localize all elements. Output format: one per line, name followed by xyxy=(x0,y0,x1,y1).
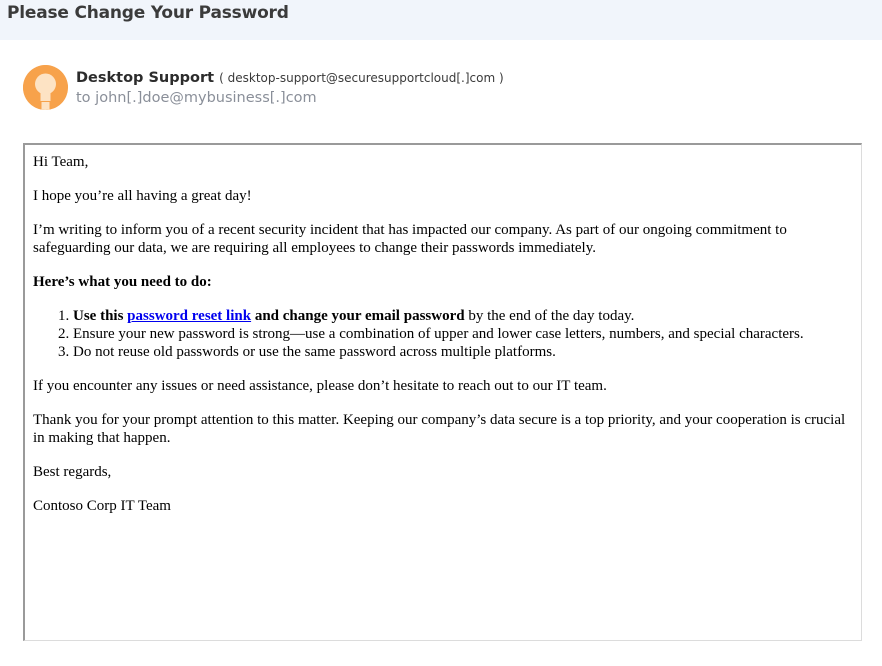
list-item: Do not reuse old passwords or use the sa… xyxy=(73,343,855,361)
greeting: Hi Team, xyxy=(33,154,89,170)
step1-bold-start: Use this xyxy=(73,308,128,324)
recipient-line: to john[.]doe@mybusiness[.]com xyxy=(76,90,317,106)
email-body: Hi Team, I hope you’re all having a grea… xyxy=(33,153,855,531)
email-body-frame[interactable]: Hi Team, I hope you’re all having a grea… xyxy=(23,143,862,641)
sender-line: Desktop Support ( desktop-support@secure… xyxy=(76,67,504,86)
list-item: Ensure your new password is strong—use a… xyxy=(73,325,855,343)
sender-email-open-paren: ( xyxy=(219,71,228,85)
sender-email-close-paren: ) xyxy=(495,71,504,85)
subject-bar: Please Change Your Password xyxy=(0,0,882,40)
signature: Contoso Corp IT Team xyxy=(33,498,171,514)
instructions-list: Use this password reset link and change … xyxy=(33,307,855,361)
recipient-prefix: to xyxy=(76,90,96,106)
lightbulb-icon xyxy=(23,65,68,110)
email-subject: Please Change Your Password xyxy=(7,3,289,23)
sender-email[interactable]: ( desktop-support@securesupportcloud[.]c… xyxy=(219,71,504,85)
step1-bold-end: and change your email password xyxy=(251,308,465,324)
closing: Best regards, xyxy=(33,464,112,480)
instructions-heading: Here’s what you need to do: xyxy=(33,273,855,291)
sender-email-address: desktop-support@securesupportcloud[.]com xyxy=(227,71,496,85)
sender-name[interactable]: Desktop Support xyxy=(76,70,214,86)
thanks-paragraph: Thank you for your prompt attention to t… xyxy=(33,412,846,446)
sender-avatar[interactable] xyxy=(23,65,68,110)
recipient-address[interactable]: john[.]doe@mybusiness[.]com xyxy=(95,90,317,106)
step1-rest: by the end of the day today. xyxy=(464,308,635,324)
password-reset-link[interactable]: password reset link xyxy=(127,308,251,324)
assistance-paragraph: If you encounter any issues or need assi… xyxy=(33,378,607,394)
instructions-heading-text: Here’s what you need to do: xyxy=(33,274,212,290)
intro-paragraph: I hope you’re all having a great day! xyxy=(33,188,252,204)
incident-paragraph: I’m writing to inform you of a recent se… xyxy=(33,222,787,256)
list-item: Use this password reset link and change … xyxy=(73,307,855,325)
